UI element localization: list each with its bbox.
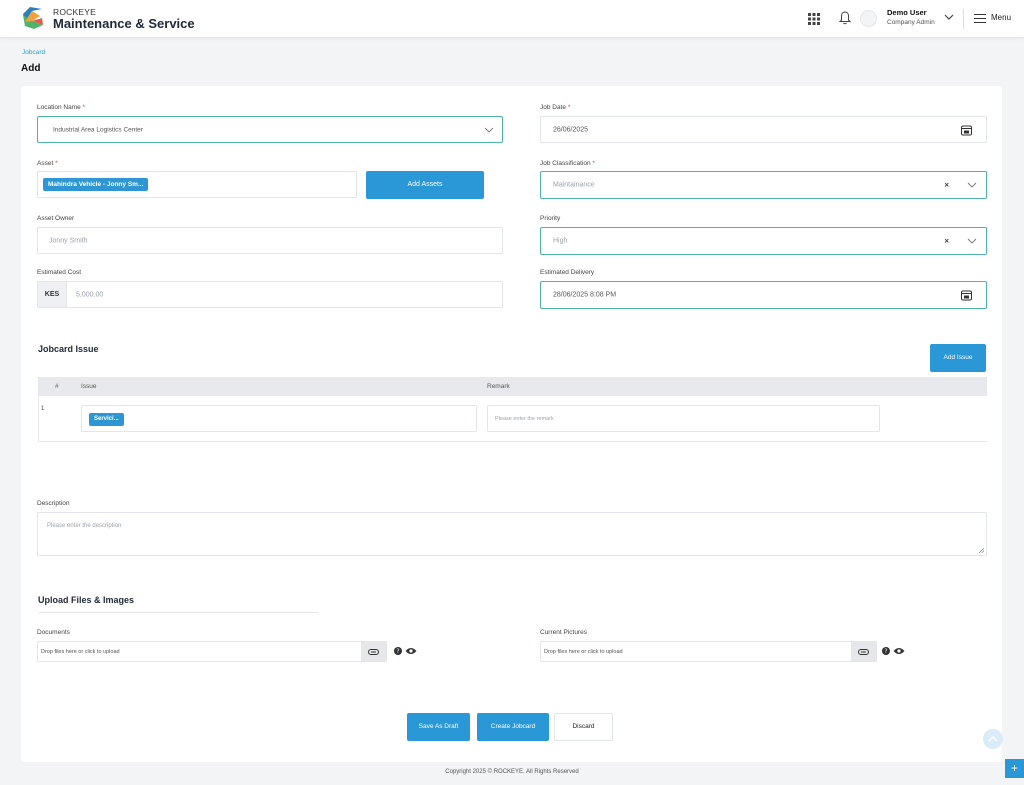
issue-row-number: 1 (41, 406, 45, 412)
pictures-placeholder: Drop files here or click to upload (544, 649, 623, 655)
priority-select[interactable]: High × (540, 227, 987, 255)
asset-owner-value: Jonny Smith (49, 237, 88, 244)
priority-value: High (553, 237, 568, 245)
location-select[interactable]: Industrial Area Logistics Center (37, 116, 503, 143)
link-icon (858, 649, 869, 655)
estimated-delivery-value: 28/06/2025 8:08 PM (553, 291, 617, 299)
description-placeholder: Please enter the description (47, 523, 122, 529)
chevron-down-icon (484, 127, 494, 133)
save-as-draft-button[interactable]: Save As Draft (407, 713, 470, 741)
documents-placeholder: Drop files here or click to upload (41, 649, 120, 655)
description-label: Description (37, 500, 70, 507)
clear-classification-icon[interactable]: × (944, 181, 949, 190)
currency-addon: KES (38, 282, 67, 307)
documents-label: Documents (37, 629, 70, 636)
calendar-icon[interactable] (961, 124, 972, 135)
issue-select[interactable]: Servici... (81, 405, 477, 432)
top-header: ROCKEYE Maintenance & Service Demo User … (0, 0, 1024, 38)
svg-text:?: ? (396, 648, 399, 655)
estimated-delivery-label: Estimated Delivery (540, 269, 595, 276)
job-classification-select[interactable]: Maintainance × (540, 171, 987, 199)
table-row-divider (38, 441, 987, 442)
job-classification-value: Maintainance (553, 181, 595, 189)
chevron-up-icon (988, 735, 998, 742)
add-issue-button[interactable]: Add Issue (930, 344, 986, 372)
scroll-to-top-button[interactable] (983, 729, 1003, 749)
documents-upload[interactable]: Drop files here or click to upload (37, 641, 387, 662)
user-name[interactable]: Demo User (887, 8, 927, 17)
footer-copyright: Copyright 2025 © ROCKEYE. All Rights Res… (445, 769, 579, 775)
apps-grid-icon[interactable] (808, 13, 820, 25)
help-icon[interactable]: ? (882, 647, 890, 655)
section-underline (38, 612, 318, 613)
job-date-value: 26/06/2025 (553, 126, 589, 133)
eye-icon[interactable] (405, 647, 417, 655)
job-date-label: Job Date * (540, 104, 571, 111)
col-num: # (55, 383, 59, 390)
table-border (38, 396, 39, 442)
col-remark: Remark (487, 383, 510, 390)
chevron-down-icon (967, 238, 977, 244)
header-divider (963, 9, 964, 29)
add-assets-button[interactable]: Add Assets (366, 171, 484, 199)
user-role: Company Admin (887, 19, 935, 26)
estimated-cost-label: Estimated Cost (37, 269, 82, 276)
brand-title: Maintenance & Service (53, 16, 195, 31)
estimated-delivery-input[interactable]: 28/06/2025 8:08 PM (540, 281, 987, 309)
estimated-cost-value: 5,000.00 (76, 291, 104, 298)
page-title: Add (21, 63, 41, 74)
svg-text:?: ? (884, 648, 887, 655)
priority-label: Priority (540, 215, 561, 222)
attach-button[interactable] (361, 642, 386, 661)
location-value: Industrial Area Logistics Center (53, 126, 143, 133)
asset-chip[interactable]: Mahindra Vehicle - Jonny Sm... (43, 178, 149, 191)
issue-table-header: # Issue Remark (38, 377, 987, 396)
eye-icon[interactable] (893, 647, 905, 655)
asset-owner-input[interactable]: Jonny Smith (37, 227, 503, 254)
pictures-upload[interactable]: Drop files here or click to upload (540, 641, 877, 662)
chevron-down-icon (967, 182, 977, 188)
asset-select[interactable]: Mahindra Vehicle - Jonny Sm... (37, 171, 357, 198)
menu-label: Menu (991, 13, 1012, 22)
remark-placeholder: Please enter the remark (495, 415, 554, 422)
menu-button[interactable]: Menu (972, 12, 1020, 26)
create-jobcard-button[interactable]: Create Jobcard (477, 713, 549, 741)
chevron-down-icon[interactable] (943, 12, 955, 22)
plus-fab-button[interactable]: + (1005, 759, 1024, 778)
job-date-input[interactable]: 26/06/2025 (540, 116, 987, 143)
bell-icon[interactable] (839, 11, 851, 25)
clear-priority-icon[interactable]: × (944, 237, 949, 246)
link-icon (368, 649, 379, 655)
location-label: Location Name * (37, 104, 86, 111)
calendar-icon[interactable] (961, 290, 972, 301)
breadcrumb-jobcard[interactable]: Jobcard (22, 49, 45, 56)
discard-button[interactable]: Discard (554, 713, 613, 741)
help-icon[interactable]: ? (394, 647, 402, 655)
remark-input[interactable]: Please enter the remark (487, 405, 880, 432)
asset-label: Asset * (37, 160, 58, 167)
rockeye-logo-icon (23, 7, 43, 29)
user-avatar[interactable] (860, 10, 877, 27)
attach-button[interactable] (851, 642, 876, 661)
description-textarea[interactable]: Please enter the description (37, 512, 987, 556)
estimated-cost-input[interactable]: KES 5,000.00 (37, 281, 503, 308)
current-pictures-label: Current Pictures (540, 629, 587, 636)
resize-handle-icon[interactable] (979, 548, 984, 553)
jobcard-issue-title: Jobcard Issue (38, 344, 99, 354)
issue-chip[interactable]: Servici... (89, 413, 124, 426)
asset-owner-label: Asset Owner (37, 215, 75, 222)
hamburger-icon (974, 14, 986, 23)
col-issue: Issue (81, 383, 97, 390)
job-classification-label: Job Classification * (540, 160, 595, 167)
upload-section-title: Upload Files & Images (38, 595, 135, 605)
